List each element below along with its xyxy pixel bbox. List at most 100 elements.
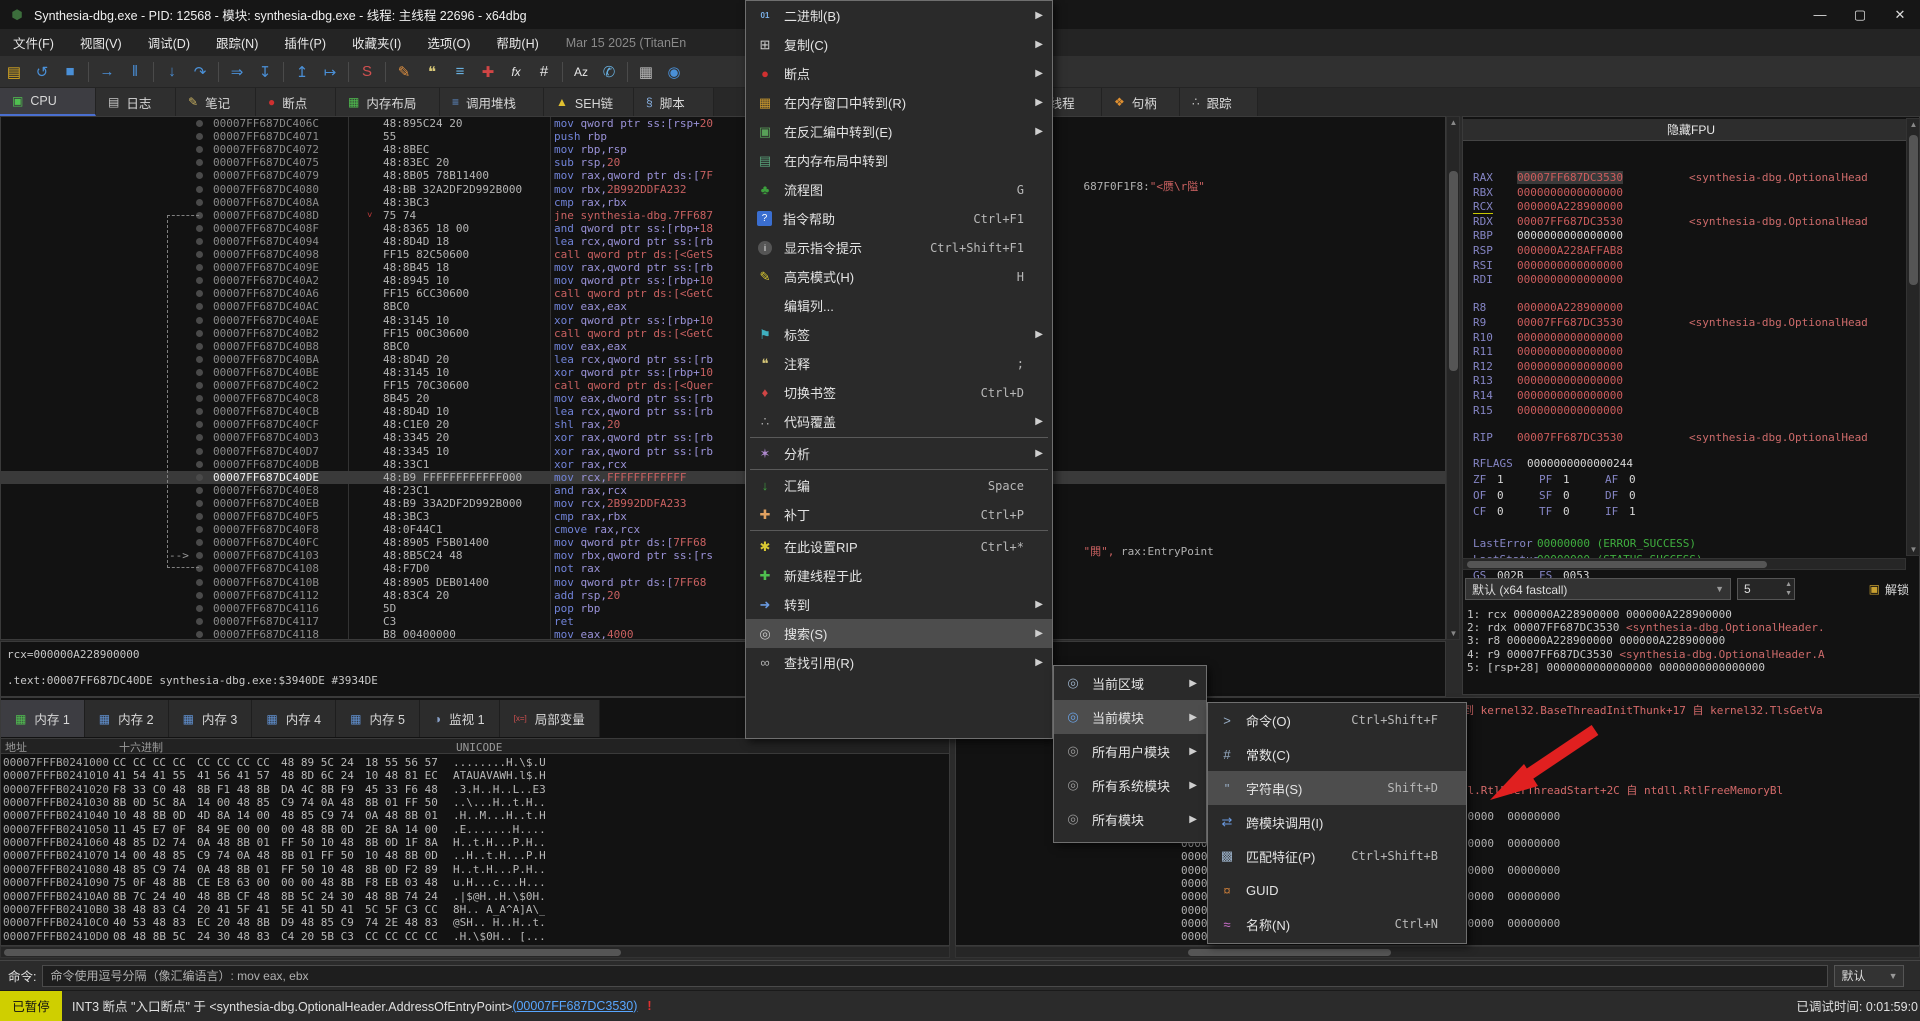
disasm-row[interactable]: 00007FF687DC40DE48:B9 FFFFFFFFFFFF000mov… — [1, 471, 1445, 484]
dump-row[interactable]: 00007FFFB024108048 85 C9 740A 48 8B 01FF… — [1, 863, 949, 876]
register-row-R11[interactable]: R110000000000000000 — [1463, 345, 1919, 359]
menu-item-analyze-icon[interactable]: ✶分析▶ — [746, 439, 1052, 468]
disasm-row[interactable]: 00007FF687DC4098FF15 82C50600call qword … — [1, 248, 1445, 261]
breakpoint-dot[interactable] — [196, 618, 203, 625]
disasm-row[interactable]: 00007FF687DC410B48:8905 DEB01400mov qwor… — [1, 576, 1445, 589]
command-input[interactable]: 命令使用逗号分隔（像汇编语言）: mov eax, ebx — [42, 965, 1828, 987]
dump-row[interactable]: 00007FFFB024106048 85 D2 740A 48 8B 01FF… — [1, 836, 949, 849]
disasm-row[interactable]: 00007FF687DC410848:F7D0not rax — [1, 562, 1445, 575]
int3-icon[interactable]: S — [353, 60, 381, 84]
assemble-icon[interactable]: ✎ — [390, 60, 418, 84]
menu-item-set-rip-icon[interactable]: ✱在此设置RIPCtrl+* — [746, 532, 1052, 561]
tab-跟踪[interactable]: ∴跟踪 — [1180, 88, 1258, 116]
disasm-row[interactable]: 00007FF687DC40DB48:33C1xor rax,rcx — [1, 458, 1445, 471]
menu-item-search-current-module[interactable]: ◎当前模块▶ — [1054, 700, 1206, 734]
step-over-icon[interactable]: ↷ — [186, 60, 214, 84]
maximize-button[interactable]: ▢ — [1840, 0, 1880, 29]
step-into-icon[interactable]: ↓ — [158, 60, 186, 84]
tab-SEH链[interactable]: ▲SEH链 — [544, 88, 634, 116]
dump-row[interactable]: 00007FFFB0241000CC CC CC CCCC CC CC CC48… — [1, 756, 949, 769]
menubar-item-F[interactable]: 文件(F) — [0, 29, 67, 56]
hide-fpu-button[interactable]: 隐藏FPU — [1463, 119, 1919, 141]
menu-item-edit-columns-item[interactable]: 编辑列... — [746, 291, 1052, 320]
stop-icon[interactable]: ■ — [56, 60, 84, 84]
pause-icon[interactable]: ‖ — [121, 60, 149, 84]
disasm-row[interactable]: 00007FF687DC40CB48:8D4D 10lea rcx,qword … — [1, 405, 1445, 418]
menu-item-goto-icon[interactable]: ➜转到▶ — [746, 590, 1052, 619]
menu-item-search-names[interactable]: ≈名称(N)Ctrl+N — [1208, 907, 1466, 941]
disasm-row[interactable]: 00007FF687DC40C2FF15 70C30600call qword … — [1, 379, 1445, 392]
run-till-return-icon[interactable]: ⇒ — [223, 60, 251, 84]
dump-tab-内存 3[interactable]: ▦内存 3 — [169, 700, 253, 737]
register-row-R8[interactable]: R8000000A228900000 — [1463, 301, 1919, 315]
register-row-RSI[interactable]: RSI0000000000000000 — [1463, 259, 1919, 273]
disasm-row[interactable]: 00007FF687DC40D748:3345 10xor rax,qword … — [1, 445, 1445, 458]
disasm-row[interactable]: 00007FF687DC41165Dpop rbp — [1, 602, 1445, 615]
disasm-row[interactable]: 00007FF687DC407948:8B05 78B11400mov rax,… — [1, 169, 1445, 182]
disasm-row[interactable]: 00007FF687DC40BA48:8D4D 20lea rcx,qword … — [1, 353, 1445, 366]
registers-scrollbar[interactable]: ▲ ▼ — [1906, 118, 1920, 556]
menu-item-search-strings[interactable]: "字符串(S)Shift+D — [1208, 771, 1466, 805]
disasm-row[interactable]: 00007FF687DC408D75 74jne synthesia-dbg.7… — [1, 209, 1445, 222]
dump-tab-局部变量[interactable]: [x=]局部变量 — [500, 700, 600, 737]
step-out-icon[interactable]: ↥ — [288, 60, 316, 84]
breakpoint-dot[interactable] — [196, 120, 203, 127]
disasm-row[interactable]: 00007FF687DC40A6FF15 6CC30600call qword … — [1, 287, 1445, 300]
register-row-R15[interactable]: R150000000000000000 — [1463, 404, 1919, 418]
calling-convention-select[interactable]: 默认 (x64 fastcall)▼ — [1465, 578, 1731, 600]
restart-icon[interactable]: ↺ — [28, 60, 56, 84]
menu-item-code-coverage-icon[interactable]: ∴代码覆盖▶ — [746, 407, 1052, 436]
breakpoint-dot[interactable] — [196, 186, 203, 193]
menubar-item-I[interactable]: 收藏夹(I) — [339, 29, 414, 56]
tab-笔记[interactable]: ✎笔记 — [176, 88, 256, 116]
menu-item-search-pattern[interactable]: ▩匹配特征(P)Ctrl+Shift+B — [1208, 839, 1466, 873]
stack-icon[interactable]: ≡ — [446, 60, 474, 84]
menubar-item-V[interactable]: 视图(V) — [67, 29, 135, 56]
open-file-icon[interactable]: ▤ — [0, 60, 28, 84]
fx-icon[interactable]: fx — [502, 60, 530, 84]
breakpoint-dot[interactable] — [196, 159, 203, 166]
breakpoint-dot[interactable] — [196, 592, 203, 599]
menubar-item-D[interactable]: 调试(D) — [135, 29, 203, 56]
menu-item-search-intermodular-calls[interactable]: ⇄跨模块调用(I) — [1208, 805, 1466, 839]
disasm-row[interactable]: 00007FF687DC40BE48:3145 10xor qword ptr … — [1, 366, 1445, 379]
menu-item-instruction-help-icon[interactable]: ?指令帮助Ctrl+F1 — [746, 204, 1052, 233]
register-row-R12[interactable]: R120000000000000000 — [1463, 360, 1919, 374]
menubar-item-N[interactable]: 跟踪(N) — [203, 29, 271, 56]
disasm-row[interactable]: 00007FF687DC40E848:23C1and rax,rcx — [1, 484, 1445, 497]
browser-icon[interactable]: ◉ — [660, 60, 688, 84]
disasm-row[interactable]: 00007FF687DC407248:8BECmov rbp,rsp — [1, 143, 1445, 156]
stepper-arrows-icon[interactable]: ▲▼ — [1785, 580, 1792, 598]
menu-item-search-command[interactable]: >命令(O)Ctrl+Shift+F — [1208, 703, 1466, 737]
breakpoint-dot[interactable] — [196, 631, 203, 638]
breakpoint-dot[interactable] — [196, 172, 203, 179]
register-row-R9[interactable]: R900007FF687DC3530<synthesia-dbg.Optiona… — [1463, 316, 1919, 330]
menu-item-disassembly-goto-icon[interactable]: ▣在反汇编中转到(E)▶ — [746, 117, 1052, 146]
disasm-row[interactable]: 00007FF687DC408F48:8365 18 00and qword p… — [1, 222, 1445, 235]
disasm-row[interactable]: 00007FF687DC40AE48:3145 10xor qword ptr … — [1, 314, 1445, 327]
menu-item-find-references-icon[interactable]: ∞查找引用(R)▶ — [746, 648, 1052, 677]
tab-日志[interactable]: ▤日志 — [96, 88, 176, 116]
disasm-row[interactable]: 00007FF687DC40A248:8945 10mov qword ptr … — [1, 274, 1445, 287]
menu-item-label-icon[interactable]: ⚑标签▶ — [746, 320, 1052, 349]
dump-hscrollbar[interactable] — [0, 946, 950, 958]
menu-item-patch-icon[interactable]: ✚补丁Ctrl+P — [746, 500, 1052, 529]
register-row-RBX[interactable]: RBX0000000000000000 — [1463, 186, 1919, 200]
entrypoint-address-link[interactable]: (00007FF687DC3530) — [512, 999, 637, 1013]
tab-句柄[interactable]: ❖句柄 — [1102, 88, 1180, 116]
disasm-row[interactable]: 00007FF687DC40B2FF15 00C30600call qword … — [1, 327, 1445, 340]
breakpoint-dot[interactable] — [196, 133, 203, 140]
dump-row[interactable]: 00007FFFB02410C040 53 48 83EC 20 48 8BD9… — [1, 916, 949, 929]
dump-tab-内存 5[interactable]: ▦内存 5 — [336, 700, 420, 737]
dump-row[interactable]: 00007FFFB024107014 00 48 85C9 74 0A 488B… — [1, 849, 949, 862]
menubar-item-O[interactable]: 选项(O) — [414, 29, 483, 56]
register-row-RDI[interactable]: RDI0000000000000000 — [1463, 273, 1919, 287]
disasm-row[interactable]: 00007FF687DC40C88B45 20mov eax,dword ptr… — [1, 392, 1445, 405]
menu-item-breakpoint-icon[interactable]: ●断点▶ — [746, 59, 1052, 88]
dump-row[interactable]: 00007FFFB024101041 54 41 5541 56 41 5748… — [1, 769, 949, 782]
menubar-item-H[interactable]: 帮助(H) — [483, 29, 551, 56]
disasm-row[interactable]: 00007FF687DC409E48:8B45 18mov rax,qword … — [1, 261, 1445, 274]
minimize-button[interactable]: — — [1800, 0, 1840, 29]
dump-row[interactable]: 00007FFFB02410B038 48 83 C420 41 5F 415E… — [1, 903, 949, 916]
menu-item-copy-icon[interactable]: ⊞复制(C)▶ — [746, 30, 1052, 59]
